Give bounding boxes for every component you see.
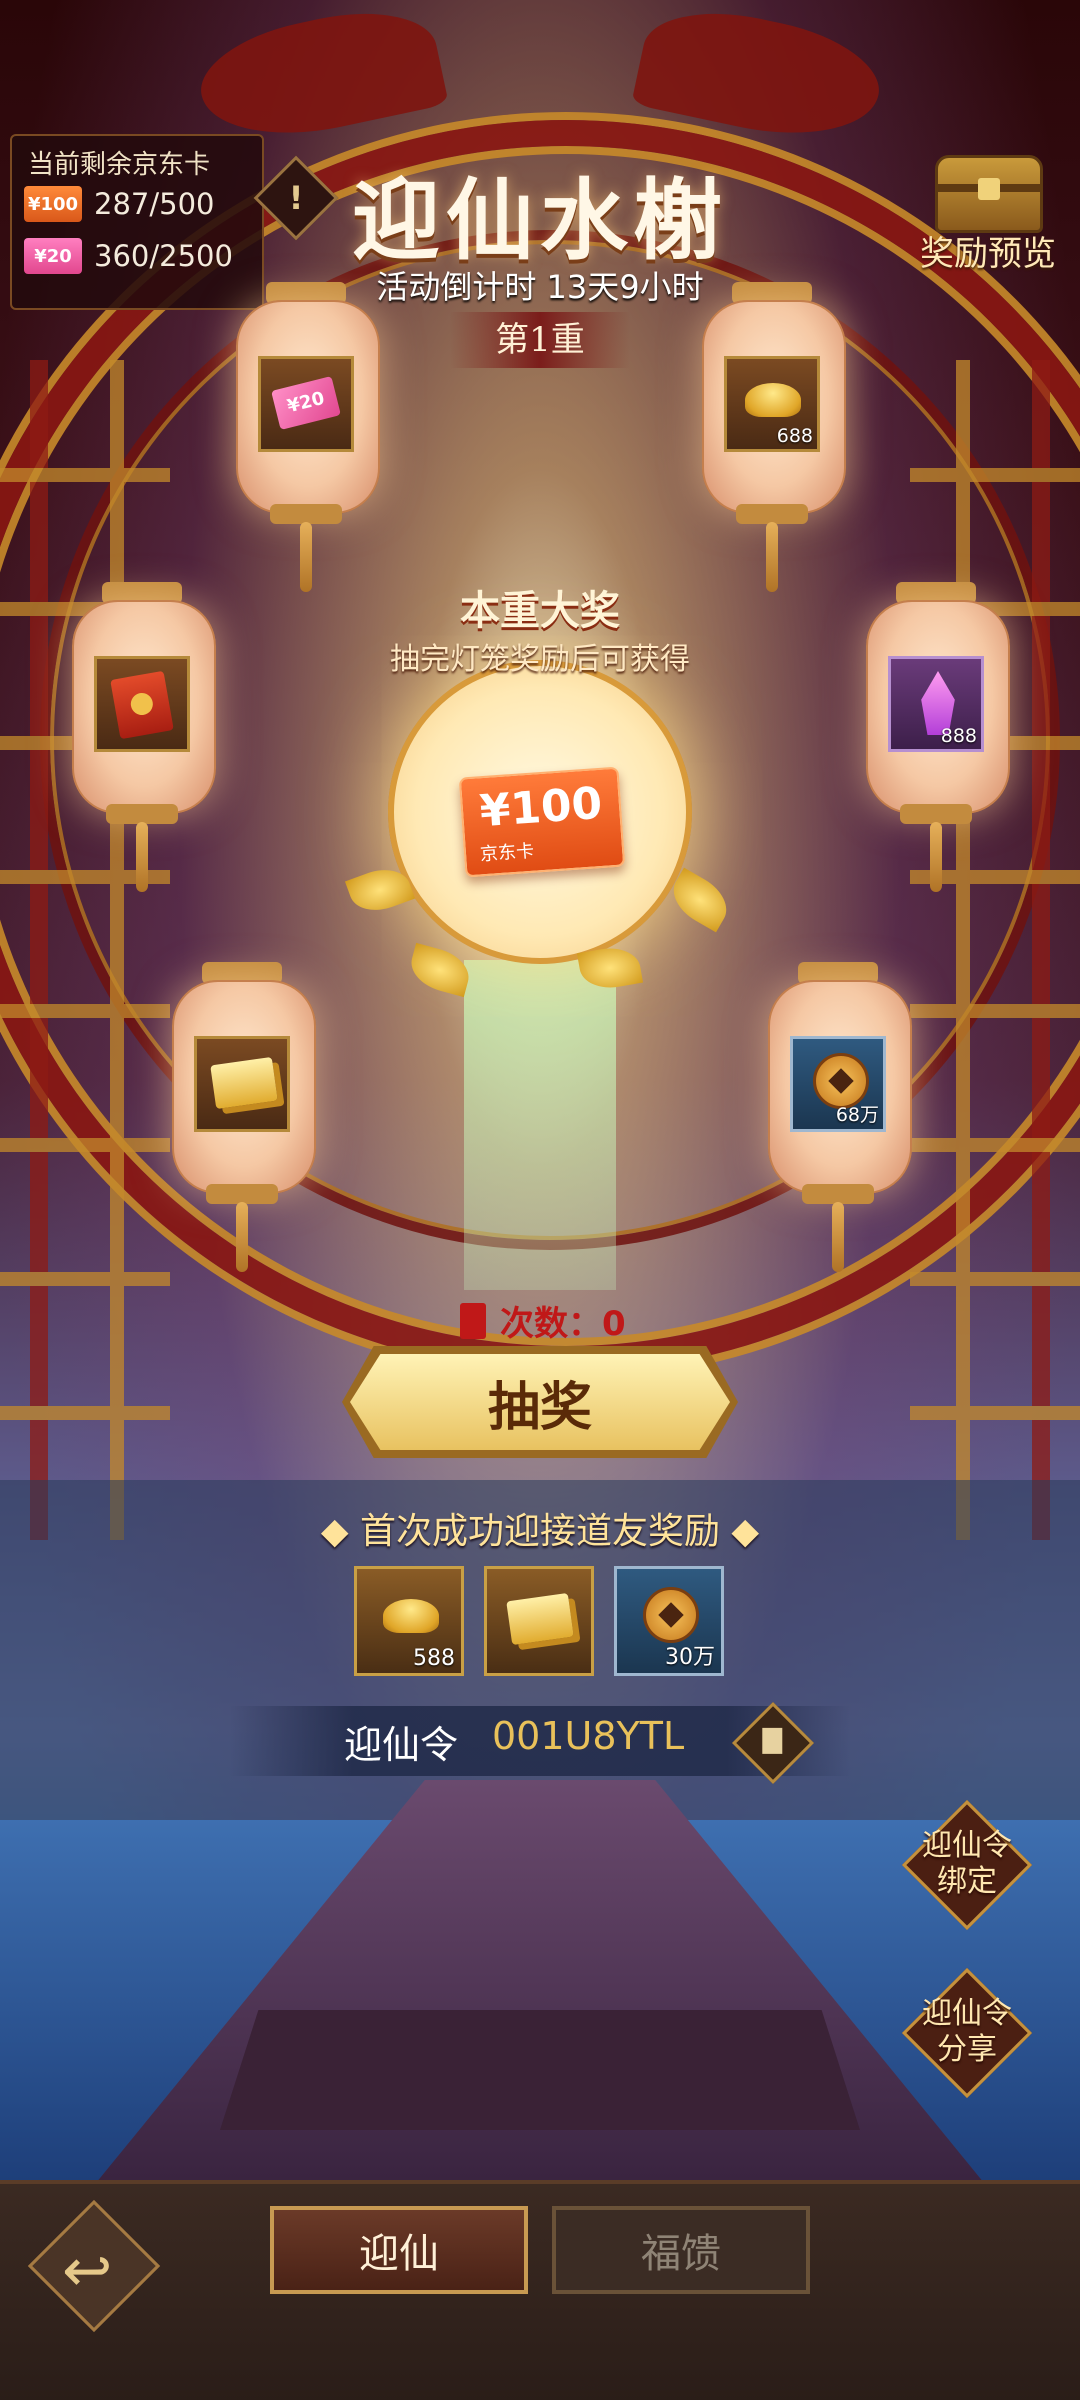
lantern-tassel <box>236 1202 248 1272</box>
lantern-tassel <box>136 822 148 892</box>
lantern-reward-slot: 68万 <box>790 1036 886 1132</box>
gold-ticket-icon <box>210 1056 278 1110</box>
copper-coin-icon <box>643 1587 699 1643</box>
left-lattice-decoration <box>0 360 170 1540</box>
lantern-5[interactable] <box>172 962 316 1272</box>
left-crane-decoration <box>191 0 449 154</box>
gold-ingot-icon <box>745 383 801 417</box>
draw-count-label: 次数：0 <box>500 1304 626 1344</box>
lantern-base <box>106 804 178 824</box>
tab-rewards[interactable]: 福馈 <box>552 2206 810 2294</box>
lantern-tassel <box>930 822 942 892</box>
boat-deck-decoration <box>220 2010 860 2130</box>
light-beam-decoration <box>464 960 616 1290</box>
tab-welcome[interactable]: 迎仙 <box>270 2206 528 2294</box>
invite-code-value[interactable]: 001U8YTL <box>492 1714 684 1758</box>
lantern-base <box>206 1184 278 1204</box>
first-reward-item-1[interactable]: 588 <box>354 1566 464 1676</box>
bottom-bar <box>0 2180 1080 2400</box>
reward-count: 688 <box>776 425 813 447</box>
first-reward-title: ◆ 首次成功迎接道友奖励 ◆ <box>320 1511 760 1552</box>
lantern-base <box>270 504 342 524</box>
lantern-tassel <box>832 1202 844 1272</box>
lantern-reward-slot: ¥20 <box>258 356 354 452</box>
invite-code-label: 迎仙令 <box>344 1723 459 1767</box>
red-envelope-icon <box>110 670 174 740</box>
share-code-label: 迎仙令 分享 <box>908 1996 1026 2068</box>
draw-count: 次数：0 <box>460 1296 626 1345</box>
copy-icon <box>762 1727 783 1754</box>
back-arrow-icon: ↩ <box>62 2236 113 2306</box>
first-reward-item-2[interactable] <box>484 1566 594 1676</box>
back-button[interactable]: ↩ <box>27 2199 161 2333</box>
lantern-base <box>802 1184 874 1204</box>
reward-count: 30万 <box>665 1645 715 1670</box>
right-lattice-decoration <box>910 360 1080 1540</box>
grand-prize-subtitle: 抽完灯笼奖励后可获得 <box>390 642 690 677</box>
grand-card-value: ¥100 <box>478 777 604 838</box>
bind-code-line1: 迎仙令 <box>922 1828 1012 1863</box>
share-code-line1: 迎仙令 <box>922 1996 1012 2031</box>
lantern-6[interactable]: 68万 <box>768 962 912 1272</box>
event-screen: 当前剩余京东卡 ¥100 287/500 ¥20 360/2500 ! 迎仙水榭… <box>0 0 1080 2400</box>
lantern-2[interactable]: 688 <box>702 282 846 592</box>
draw-button[interactable]: 抽奖 <box>350 1354 730 1450</box>
lantern-reward-slot <box>194 1036 290 1132</box>
stage-label: 第1重 <box>450 312 630 368</box>
share-code-line2: 分享 <box>937 2032 997 2067</box>
bind-code-label: 迎仙令 绑定 <box>908 1828 1026 1900</box>
lantern-base <box>736 504 808 524</box>
lantern-base <box>900 804 972 824</box>
jd-card-20-icon: ¥20 <box>271 376 341 430</box>
reward-count: 888 <box>940 725 977 747</box>
bind-code-line2: 绑定 <box>937 1864 997 1899</box>
lantern-1[interactable]: ¥20 <box>236 282 380 592</box>
reward-count: 68万 <box>835 1104 879 1126</box>
bind-code-button[interactable]: 迎仙令 绑定 <box>901 1799 1033 1931</box>
grand-prize-title: 本重大奖 <box>460 587 620 634</box>
gold-ingot-icon <box>383 1599 439 1633</box>
grand-card-sub: 京东卡 <box>479 840 535 866</box>
treasure-chest-icon[interactable] <box>935 155 1043 233</box>
reward-preview-button[interactable]: 奖励预览 <box>898 226 1078 275</box>
jd-card-100-icon: ¥100 京东卡 <box>458 766 626 878</box>
gold-ticket-icon <box>506 1592 574 1646</box>
lantern-reward-slot: 688 <box>724 356 820 452</box>
red-envelope-icon <box>460 1302 486 1339</box>
reward-count: 588 <box>413 1646 455 1671</box>
first-reward-item-3[interactable]: 30万 <box>614 1566 724 1676</box>
share-code-button[interactable]: 迎仙令 分享 <box>901 1967 1033 2099</box>
